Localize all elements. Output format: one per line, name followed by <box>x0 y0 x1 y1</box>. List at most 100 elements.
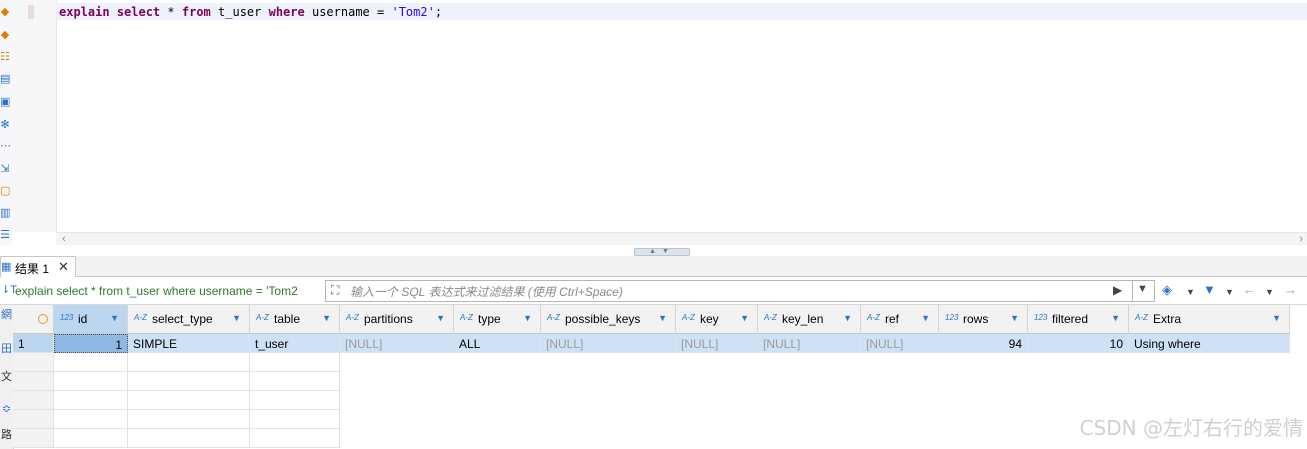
cell-possible-keys[interactable]: [NULL] <box>541 334 676 353</box>
filter-icon[interactable]: ▼ <box>1203 283 1216 297</box>
close-icon[interactable]: ✕ <box>58 259 69 275</box>
sort-arrow-icon[interactable]: ▼ <box>921 313 930 323</box>
expand-icon[interactable]: ⛶ <box>331 283 339 298</box>
column-label: possible_keys <box>565 312 641 326</box>
number-type-icon: 123 <box>60 313 74 322</box>
console-icon[interactable]: ▣ <box>0 96 10 108</box>
back-icon[interactable]: ← <box>1243 283 1256 297</box>
column-header-table[interactable]: A-Z table ▼ <box>250 305 340 334</box>
text-type-icon: A-Z <box>682 313 695 322</box>
sort-arrow-icon[interactable]: ▼ <box>322 313 331 323</box>
cell-rows[interactable]: 94 <box>939 334 1028 353</box>
tab-results-1[interactable]: ▦ 结果 1 ✕ <box>0 256 76 277</box>
sort-arrow-icon[interactable]: ▼ <box>523 313 532 323</box>
column-label: ref <box>885 312 900 326</box>
editor-horizontal-scrollbar[interactable]: ‹ › <box>56 232 1307 246</box>
column-header-ref[interactable]: A-Z ref ▼ <box>861 305 939 334</box>
side-tab-panels[interactable]: 路 <box>0 429 13 442</box>
scroll-left-icon[interactable]: ‹ <box>62 233 66 245</box>
side-tab-grid[interactable]: 網 <box>0 309 13 322</box>
cell-key-len[interactable]: [NULL] <box>758 334 861 353</box>
forward-icon[interactable]: → <box>1284 283 1297 297</box>
column-label: key_len <box>782 312 824 326</box>
sort-arrow-icon[interactable]: ▼ <box>232 313 241 323</box>
import-icon[interactable]: ⇲ <box>0 163 10 175</box>
empty-cell <box>250 410 340 429</box>
cell-key[interactable]: [NULL] <box>676 334 758 353</box>
sort-arrow-icon[interactable]: ▼ <box>1272 313 1281 323</box>
splitter-handle[interactable]: ▲▼ <box>634 248 690 256</box>
grid-corner[interactable] <box>13 305 54 334</box>
column-label: key <box>700 312 719 326</box>
execute-script-icon[interactable]: ☷ <box>0 51 10 63</box>
sql-keyword: select <box>116 5 161 19</box>
cell-partitions[interactable]: [NULL] <box>340 334 454 353</box>
sort-arrow-icon[interactable]: ▼ <box>658 313 667 323</box>
filter-dropdown-icon[interactable]: ▼ <box>1225 285 1234 299</box>
sort-arrow-icon[interactable]: ▼ <box>1111 313 1120 323</box>
column-header-type[interactable]: A-Z type ▼ <box>454 305 541 334</box>
result-grid[interactable]: 網 田 文 ≎ 路 123 id ▼ A-Z select_type ▼ A-Z… <box>0 305 1307 449</box>
text-type-icon: A-Z <box>460 313 473 322</box>
filter-input[interactable] <box>348 282 1112 301</box>
empty-row <box>13 391 1290 410</box>
column-header-rows[interactable]: 123 rows ▼ <box>939 305 1028 334</box>
column-header-partitions[interactable]: A-Z partitions ▼ <box>340 305 454 334</box>
column-header-possible-keys[interactable]: A-Z possible_keys ▼ <box>541 305 676 334</box>
sort-arrow-icon[interactable]: ▼ <box>110 313 119 323</box>
row-number[interactable]: 1 <box>13 334 54 353</box>
sort-arrow-icon[interactable]: ▼ <box>843 313 852 323</box>
cell-type[interactable]: ALL <box>454 334 541 353</box>
table-row[interactable]: 1 1 SIMPLE t_user [NULL] ALL [NULL] [NUL… <box>13 334 1290 353</box>
column-header-select-type[interactable]: A-Z select_type ▼ <box>128 305 250 334</box>
execute-new-tab-icon[interactable]: ◆ <box>0 29 10 41</box>
column-header-filtered[interactable]: 123 filtered ▼ <box>1028 305 1129 334</box>
export-icon[interactable]: ▥ <box>0 207 10 219</box>
scroll-right-icon[interactable]: › <box>1299 233 1303 245</box>
sort-arrow-icon[interactable]: ▼ <box>740 313 749 323</box>
row-number-empty <box>13 410 54 429</box>
execute-statement-icon[interactable]: ◆ <box>0 6 10 18</box>
back-dropdown-icon[interactable]: ▼ <box>1265 285 1274 299</box>
execution-plan-icon[interactable]: ▤ <box>0 73 10 85</box>
cell-id[interactable]: 1 <box>54 334 128 353</box>
eraser-icon[interactable]: ◈ <box>1162 283 1172 297</box>
side-tab-record[interactable]: ≎ <box>0 403 13 416</box>
text-type-icon: A-Z <box>1135 313 1148 322</box>
column-header-key-len[interactable]: A-Z key_len ▼ <box>758 305 861 334</box>
cell-ref[interactable]: [NULL] <box>861 334 939 353</box>
result-side-tabs: 網 田 文 ≎ 路 <box>0 305 14 449</box>
empty-cell <box>250 353 340 372</box>
empty-cell <box>54 372 128 391</box>
empty-cell <box>250 372 340 391</box>
settings-icon[interactable]: ✻ <box>0 119 10 131</box>
cell-select-type[interactable]: SIMPLE <box>128 334 250 353</box>
cell-table[interactable]: t_user <box>250 334 340 353</box>
text-type-icon: A-Z <box>134 313 147 322</box>
sql-line-1[interactable]: explain select * from t_user where usern… <box>56 3 1307 20</box>
eraser-dropdown-icon[interactable]: ▼ <box>1186 285 1195 299</box>
empty-cell <box>54 391 128 410</box>
column-header-id[interactable]: 123 id ▼ <box>54 305 128 334</box>
sort-arrow-icon[interactable]: ▼ <box>436 313 445 323</box>
column-label: Extra <box>1153 312 1182 326</box>
cell-extra[interactable]: Using where <box>1129 334 1290 353</box>
executed-query-text: explain select * from t_user where usern… <box>15 284 298 298</box>
more-icon[interactable]: ⋯ <box>0 140 11 152</box>
select-all-icon[interactable] <box>38 314 48 324</box>
apply-filter-icon[interactable]: ▶ <box>1113 283 1122 297</box>
text-type-icon: A-Z <box>547 313 560 322</box>
side-tab-table[interactable]: 田 <box>0 343 13 356</box>
sql-statement[interactable]: explain select * from t_user where usern… <box>59 5 442 19</box>
format-icon[interactable]: ☰ <box>0 229 10 241</box>
sql-editor[interactable]: explain select * from t_user where usern… <box>12 0 1307 255</box>
empty-row <box>13 372 1290 391</box>
column-header-extra[interactable]: A-Z Extra ▼ <box>1129 305 1290 334</box>
filter-expression-box[interactable]: ⛶ ▶ ▼ <box>325 280 1155 302</box>
column-header-key[interactable]: A-Z key ▼ <box>676 305 758 334</box>
save-script-icon[interactable]: ▢ <box>0 185 10 197</box>
filter-history-dropdown-icon[interactable]: ▼ <box>1137 283 1148 295</box>
sort-arrow-icon[interactable]: ▼ <box>1010 313 1019 323</box>
cell-filtered[interactable]: 10 <box>1028 334 1129 353</box>
side-tab-text[interactable]: 文 <box>0 371 13 384</box>
